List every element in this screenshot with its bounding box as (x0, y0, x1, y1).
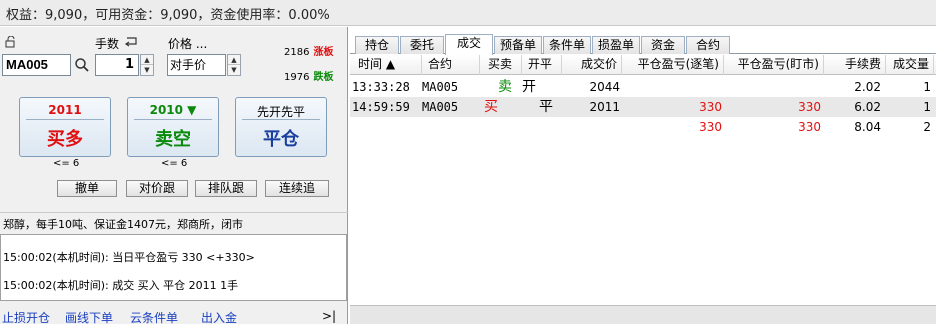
account-status-bar: 权益：9,090，可用资金：9,090，资金使用率：0.00% (0, 0, 936, 26)
table-total-row: 330 330 8.04 2 (350, 117, 936, 137)
buy-price: 2011 (48, 103, 82, 117)
quantity-label: 手数 (95, 37, 120, 51)
col-side[interactable]: 买卖 (480, 55, 522, 75)
col-fee[interactable]: 手续费 (824, 55, 886, 75)
cell-pnl-mark: 330 (798, 100, 821, 114)
table-row[interactable]: 13:33:28 MA005 卖 开 2044 2.02 1 (350, 77, 936, 97)
draw-line-order-link[interactable]: 画线下单 (65, 309, 113, 324)
upper-limit-value: 2186 (284, 47, 310, 58)
cell-open-close: 开 (522, 79, 536, 95)
tab-stop-orders[interactable]: 损盈单 (592, 36, 640, 54)
lower-limit: 1976 跌板 (284, 68, 333, 83)
cell-contract: MA005 (422, 80, 459, 94)
lower-limit-tag: 跌板 (313, 72, 334, 83)
tab-funds[interactable]: 资金 (641, 36, 685, 54)
cell-open-close: 平 (539, 99, 553, 115)
lower-limit-value: 1976 (284, 72, 310, 83)
price-stepper[interactable]: ▲ ▼ (227, 54, 241, 76)
buy-max-hint: <= 6 (53, 158, 80, 169)
tab-prepared-orders[interactable]: 预备单 (494, 36, 542, 54)
close-position-label: 平仓 (263, 129, 299, 150)
tab-conditional-orders[interactable]: 条件单 (543, 36, 591, 54)
buy-long-label: 买多 (47, 129, 83, 150)
stepper-down-icon[interactable]: ▼ (141, 65, 153, 75)
cell-price: 2044 (589, 80, 620, 94)
cell-fee: 6.02 (854, 100, 881, 114)
col-volume[interactable]: 成交量 (886, 55, 934, 75)
log-line: 15:00:02(本机时间): 当日平仓盈亏 330 <+330> (3, 251, 255, 264)
tab-trades[interactable]: 成交 (445, 34, 493, 55)
order-panel: 手数 价格 ... MA005 1 ▲ ▼ 对手价 ▲ ▼ 2186 涨板 197… (0, 27, 348, 324)
tab-positions[interactable]: 持仓 (355, 36, 399, 54)
sell-short-button[interactable]: 2010 ▼ 卖空 (127, 97, 219, 157)
cell-volume: 1 (923, 100, 931, 114)
cell-fee: 2.02 (854, 80, 881, 94)
cell-side: 卖 (498, 79, 512, 95)
queue-follow-button[interactable]: 排队跟 (195, 180, 257, 197)
cell-pnl-trade: 330 (699, 100, 722, 114)
col-contract[interactable]: 合约 (422, 55, 480, 75)
cell-pnl-mark (724, 77, 821, 97)
tab-contracts[interactable]: 合约 (686, 36, 730, 54)
search-icon[interactable] (74, 57, 90, 73)
price-stepper-up-icon[interactable]: ▲ (228, 55, 240, 65)
contract-info: 郑醇，每手10吨、保证金1407元，郑商所，闭市 (0, 212, 348, 232)
return-arrow-icon[interactable] (124, 36, 138, 47)
divider (26, 119, 104, 120)
lock-icon[interactable] (5, 36, 17, 48)
cell-side: 买 (484, 99, 498, 115)
col-pnl-trade[interactable]: 平仓盈亏(逐笔) (622, 55, 724, 75)
contract-input[interactable]: MA005 (2, 54, 71, 76)
cancel-order-button[interactable]: 撤单 (57, 180, 117, 197)
price-stepper-down-icon[interactable]: ▼ (228, 65, 240, 75)
tab-bar: 持仓 委托 成交 预备单 条件单 损盈单 资金 合约 (350, 34, 936, 55)
total-fee: 8.04 (854, 120, 881, 134)
quantity-input[interactable]: 1 (95, 54, 139, 76)
cell-price: 2011 (589, 100, 620, 114)
sell-max-hint: <= 6 (161, 158, 188, 169)
sell-price: 2010 ▼ (149, 103, 197, 117)
close-mode: 先开先平 (256, 105, 305, 119)
transfer-funds-link[interactable]: 出入金 (201, 309, 237, 324)
sell-short-label: 卖空 (155, 129, 191, 150)
log-line: 15:00:02(本机时间): 成交 买入 平仓 2011 1手 (3, 279, 239, 292)
cell-time: 14:59:59 (352, 100, 410, 114)
cell-volume: 1 (923, 80, 931, 94)
total-volume: 2 (923, 120, 931, 134)
col-pnl-mark[interactable]: 平仓盈亏(盯市) (724, 55, 824, 75)
stop-loss-open-link[interactable]: 止损开仓 (2, 309, 50, 324)
upper-limit-tag: 涨板 (313, 47, 334, 58)
table-row[interactable]: 14:59:59 MA005 买 平 2011 330 330 6.02 1 (350, 97, 936, 117)
col-price[interactable]: 成交价 (562, 55, 622, 75)
cell-pnl-trade (622, 77, 722, 97)
cloud-condition-order-link[interactable]: 云条件单 (130, 309, 178, 324)
trades-table-header: 时间 ▲ 合约 买卖 开平 成交价 平仓盈亏(逐笔) 平仓盈亏(盯市) 手续费 … (350, 55, 936, 75)
stepper-up-icon[interactable]: ▲ (141, 55, 153, 65)
col-open-close[interactable]: 开平 (522, 55, 562, 75)
message-log: 15:00:02(本机时间): 当日平仓盈亏 330 <+330> 15:00:… (0, 234, 347, 301)
total-pnl-mark: 330 (798, 120, 821, 134)
trade-panel: 持仓 委托 成交 预备单 条件单 损盈单 资金 合约 时间 ▲ 合约 买卖 开平… (350, 27, 936, 324)
account-status-text: 权益：9,090，可用资金：9,090，资金使用率：0.00% (6, 8, 330, 23)
divider (242, 119, 320, 120)
cell-contract: MA005 (422, 100, 459, 114)
follow-counter-price-button[interactable]: 对价跟 (126, 180, 188, 197)
price-type-select[interactable]: 对手价 (167, 54, 226, 76)
upper-limit: 2186 涨板 (284, 43, 333, 58)
continuous-chase-button[interactable]: 连续追 (265, 180, 329, 197)
total-pnl-trade: 330 (699, 120, 722, 134)
collapse-icon[interactable]: >| (322, 309, 336, 323)
close-position-button[interactable]: 先开先平 平仓 (235, 97, 327, 157)
quantity-stepper[interactable]: ▲ ▼ (140, 54, 154, 76)
buy-long-button[interactable]: 2011 买多 (19, 97, 111, 157)
tab-orders[interactable]: 委托 (400, 36, 444, 54)
cell-time: 13:33:28 (352, 80, 410, 94)
col-time[interactable]: 时间 ▲ (350, 55, 422, 75)
horizontal-scrollbar[interactable] (350, 305, 936, 324)
divider (134, 119, 212, 120)
price-label[interactable]: 价格 ... (168, 35, 207, 52)
